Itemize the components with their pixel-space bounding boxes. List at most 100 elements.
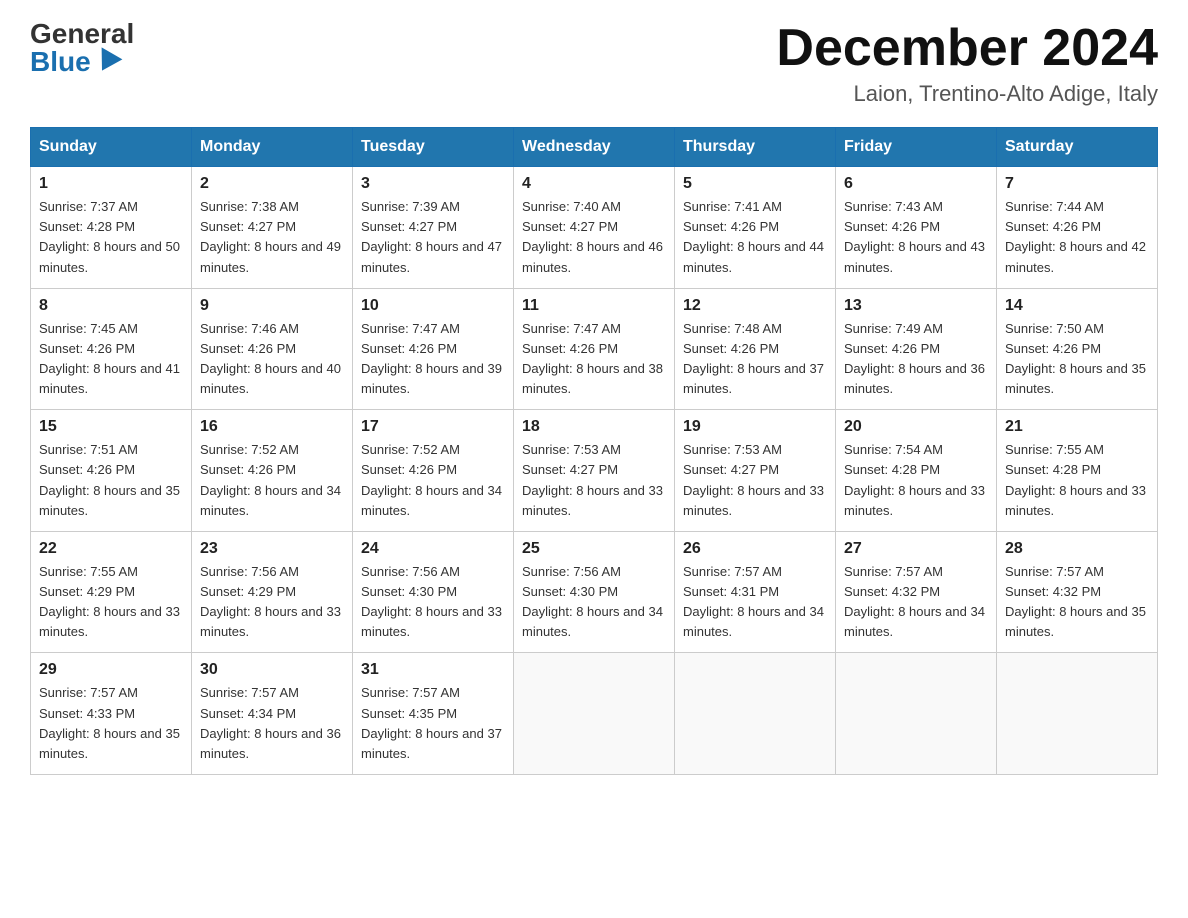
day-number: 27 [844, 540, 988, 558]
calendar-cell: 12 Sunrise: 7:48 AMSunset: 4:26 PMDayligh… [675, 288, 836, 410]
calendar-cell: 24 Sunrise: 7:56 AMSunset: 4:30 PMDayligh… [353, 531, 514, 653]
weekday-header-wednesday: Wednesday [514, 128, 675, 167]
calendar-cell: 3 Sunrise: 7:39 AMSunset: 4:27 PMDaylight… [353, 167, 514, 289]
day-number: 3 [361, 175, 505, 193]
day-detail: Sunrise: 7:43 AMSunset: 4:26 PMDaylight:… [844, 197, 988, 278]
day-number: 18 [522, 418, 666, 436]
weekday-header-row: SundayMondayTuesdayWednesdayThursdayFrid… [31, 128, 1158, 167]
day-number: 16 [200, 418, 344, 436]
calendar-cell: 18 Sunrise: 7:53 AMSunset: 4:27 PMDayligh… [514, 410, 675, 532]
day-number: 29 [39, 661, 183, 679]
calendar-cell: 29 Sunrise: 7:57 AMSunset: 4:33 PMDayligh… [31, 653, 192, 775]
calendar-week-2: 8Sunrise: 7:45 AMSunset: 4:26 PMDaylight… [31, 288, 1158, 410]
day-detail: Sunrise: 7:40 AMSunset: 4:27 PMDaylight:… [522, 197, 666, 278]
calendar-cell: 8Sunrise: 7:45 AMSunset: 4:26 PMDaylight… [31, 288, 192, 410]
weekday-header-monday: Monday [192, 128, 353, 167]
day-number: 10 [361, 297, 505, 315]
day-number: 23 [200, 540, 344, 558]
title-block: December 2024 Laion, Trentino-Alto Adige… [776, 20, 1158, 107]
calendar-cell: 25Sunrise: 7:56 AMSunset: 4:30 PMDayligh… [514, 531, 675, 653]
calendar-cell: 15 Sunrise: 7:51 AMSunset: 4:26 PMDayligh… [31, 410, 192, 532]
day-number: 13 [844, 297, 988, 315]
calendar-cell [997, 653, 1158, 775]
day-detail: Sunrise: 7:52 AMSunset: 4:26 PMDaylight:… [200, 440, 344, 521]
calendar-cell: 9 Sunrise: 7:46 AMSunset: 4:26 PMDaylight… [192, 288, 353, 410]
day-number: 12 [683, 297, 827, 315]
day-number: 11 [522, 297, 666, 315]
day-number: 2 [200, 175, 344, 193]
calendar-cell: 28 Sunrise: 7:57 AMSunset: 4:32 PMDayligh… [997, 531, 1158, 653]
calendar-cell: 19Sunrise: 7:53 AMSunset: 4:27 PMDayligh… [675, 410, 836, 532]
day-number: 26 [683, 540, 827, 558]
day-detail: Sunrise: 7:45 AMSunset: 4:26 PMDaylight:… [39, 319, 183, 400]
logo: General Blue [30, 20, 134, 76]
page-header: General Blue December 2024 Laion, Trenti… [30, 20, 1158, 107]
day-detail: Sunrise: 7:39 AMSunset: 4:27 PMDaylight:… [361, 197, 505, 278]
day-detail: Sunrise: 7:57 AMSunset: 4:32 PMDaylight:… [1005, 562, 1149, 643]
day-detail: Sunrise: 7:56 AMSunset: 4:30 PMDaylight:… [361, 562, 505, 643]
calendar-cell: 21Sunrise: 7:55 AMSunset: 4:28 PMDayligh… [997, 410, 1158, 532]
day-detail: Sunrise: 7:38 AMSunset: 4:27 PMDaylight:… [200, 197, 344, 278]
calendar-table: SundayMondayTuesdayWednesdayThursdayFrid… [30, 127, 1158, 775]
calendar-cell: 13 Sunrise: 7:49 AMSunset: 4:26 PMDayligh… [836, 288, 997, 410]
day-detail: Sunrise: 7:37 AMSunset: 4:28 PMDaylight:… [39, 197, 183, 278]
day-number: 22 [39, 540, 183, 558]
calendar-cell: 6 Sunrise: 7:43 AMSunset: 4:26 PMDaylight… [836, 167, 997, 289]
calendar-cell: 5Sunrise: 7:41 AMSunset: 4:26 PMDaylight… [675, 167, 836, 289]
weekday-header-thursday: Thursday [675, 128, 836, 167]
logo-triangle-icon [91, 47, 122, 76]
calendar-cell: 20Sunrise: 7:54 AMSunset: 4:28 PMDayligh… [836, 410, 997, 532]
day-number: 31 [361, 661, 505, 679]
day-detail: Sunrise: 7:51 AMSunset: 4:26 PMDaylight:… [39, 440, 183, 521]
calendar-week-3: 15 Sunrise: 7:51 AMSunset: 4:26 PMDayligh… [31, 410, 1158, 532]
day-number: 24 [361, 540, 505, 558]
day-detail: Sunrise: 7:49 AMSunset: 4:26 PMDaylight:… [844, 319, 988, 400]
day-number: 6 [844, 175, 988, 193]
logo-blue-text: Blue [30, 48, 119, 76]
day-detail: Sunrise: 7:57 AMSunset: 4:34 PMDaylight:… [200, 683, 344, 764]
calendar-cell: 10 Sunrise: 7:47 AMSunset: 4:26 PMDayligh… [353, 288, 514, 410]
day-detail: Sunrise: 7:52 AMSunset: 4:26 PMDaylight:… [361, 440, 505, 521]
day-detail: Sunrise: 7:57 AMSunset: 4:33 PMDaylight:… [39, 683, 183, 764]
day-detail: Sunrise: 7:53 AMSunset: 4:27 PMDaylight:… [522, 440, 666, 521]
calendar-week-1: 1Sunrise: 7:37 AMSunset: 4:28 PMDaylight… [31, 167, 1158, 289]
day-detail: Sunrise: 7:47 AMSunset: 4:26 PMDaylight:… [361, 319, 505, 400]
day-number: 28 [1005, 540, 1149, 558]
calendar-cell: 1Sunrise: 7:37 AMSunset: 4:28 PMDaylight… [31, 167, 192, 289]
day-detail: Sunrise: 7:54 AMSunset: 4:28 PMDaylight:… [844, 440, 988, 521]
weekday-header-friday: Friday [836, 128, 997, 167]
day-number: 4 [522, 175, 666, 193]
calendar-week-4: 22Sunrise: 7:55 AMSunset: 4:29 PMDayligh… [31, 531, 1158, 653]
calendar-title: December 2024 [776, 20, 1158, 77]
day-number: 5 [683, 175, 827, 193]
calendar-cell [675, 653, 836, 775]
day-detail: Sunrise: 7:57 AMSunset: 4:35 PMDaylight:… [361, 683, 505, 764]
day-detail: Sunrise: 7:57 AMSunset: 4:31 PMDaylight:… [683, 562, 827, 643]
day-detail: Sunrise: 7:56 AMSunset: 4:29 PMDaylight:… [200, 562, 344, 643]
calendar-cell: 2 Sunrise: 7:38 AMSunset: 4:27 PMDaylight… [192, 167, 353, 289]
weekday-header-tuesday: Tuesday [353, 128, 514, 167]
calendar-cell [836, 653, 997, 775]
calendar-week-5: 29 Sunrise: 7:57 AMSunset: 4:33 PMDayligh… [31, 653, 1158, 775]
calendar-cell: 11 Sunrise: 7:47 AMSunset: 4:26 PMDayligh… [514, 288, 675, 410]
day-detail: Sunrise: 7:57 AMSunset: 4:32 PMDaylight:… [844, 562, 988, 643]
day-detail: Sunrise: 7:46 AMSunset: 4:26 PMDaylight:… [200, 319, 344, 400]
day-number: 30 [200, 661, 344, 679]
calendar-cell: 16 Sunrise: 7:52 AMSunset: 4:26 PMDayligh… [192, 410, 353, 532]
day-detail: Sunrise: 7:50 AMSunset: 4:26 PMDaylight:… [1005, 319, 1149, 400]
calendar-cell: 31 Sunrise: 7:57 AMSunset: 4:35 PMDayligh… [353, 653, 514, 775]
day-number: 15 [39, 418, 183, 436]
calendar-cell: 26 Sunrise: 7:57 AMSunset: 4:31 PMDayligh… [675, 531, 836, 653]
calendar-cell [514, 653, 675, 775]
day-number: 21 [1005, 418, 1149, 436]
calendar-cell: 30 Sunrise: 7:57 AMSunset: 4:34 PMDayligh… [192, 653, 353, 775]
day-detail: Sunrise: 7:48 AMSunset: 4:26 PMDaylight:… [683, 319, 827, 400]
day-number: 9 [200, 297, 344, 315]
calendar-cell: 4 Sunrise: 7:40 AMSunset: 4:27 PMDaylight… [514, 167, 675, 289]
calendar-cell: 17Sunrise: 7:52 AMSunset: 4:26 PMDayligh… [353, 410, 514, 532]
day-detail: Sunrise: 7:53 AMSunset: 4:27 PMDaylight:… [683, 440, 827, 521]
logo-general-text: General [30, 20, 134, 48]
weekday-header-sunday: Sunday [31, 128, 192, 167]
day-detail: Sunrise: 7:47 AMSunset: 4:26 PMDaylight:… [522, 319, 666, 400]
calendar-cell: 22Sunrise: 7:55 AMSunset: 4:29 PMDayligh… [31, 531, 192, 653]
